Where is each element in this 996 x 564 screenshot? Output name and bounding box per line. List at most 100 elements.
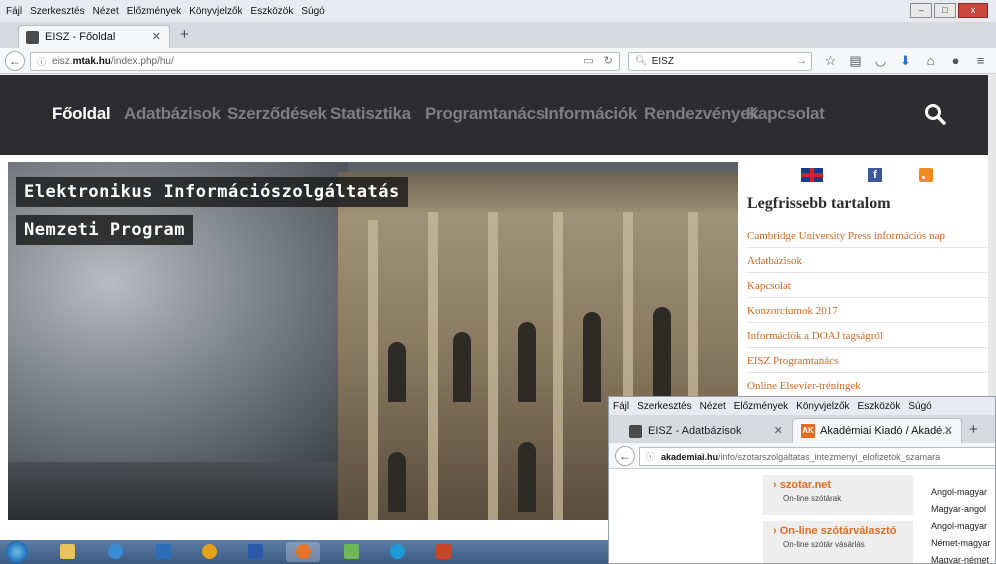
dictionary-item[interactable]: Angol-magyar (931, 521, 991, 538)
menu2-tools[interactable]: Eszközök (858, 401, 901, 412)
akademiai-page: › szotar.net On-line szótárak › On-line … (609, 469, 995, 563)
address-bar-2[interactable]: ⓘ akademiai.hu /info/szotarszolgaltatas_… (639, 447, 995, 466)
site-favicon-icon (629, 424, 642, 438)
dictionary-item[interactable]: Német-magyar (931, 538, 991, 555)
pocket-icon[interactable]: ◡ (870, 53, 891, 69)
latest-content-list: Cambridge University Press információs n… (747, 223, 987, 398)
taskbar-chrome[interactable] (192, 542, 226, 562)
search-bar[interactable]: 🔍︎ EISZ → (628, 52, 812, 71)
latest-link-kapcsolat[interactable]: Kapcsolat (747, 273, 987, 298)
box2-subtitle: On-line szótár vásárlás (783, 540, 865, 549)
tab-eisz-fooldal[interactable]: EISZ - Főoldal ✕ (18, 25, 170, 48)
menu2-history[interactable]: Előzmények (734, 401, 788, 412)
nav-rendezvenyek[interactable]: Rendezvények (644, 104, 759, 124)
hero-sky (8, 162, 348, 462)
menu-file[interactable]: Fájl (6, 6, 22, 17)
chat-icon[interactable]: ● (945, 53, 966, 69)
latest-link-programtanacs[interactable]: EISZ Programtanács (747, 348, 987, 373)
reload-icon[interactable]: ↻ (604, 54, 613, 67)
nav-informaciok[interactable]: Információk (544, 104, 637, 124)
nav-statisztika[interactable]: Statisztika (330, 104, 411, 124)
toolbar-icons: ☆ ▤ ◡ ⬇ ⌂ ● ≡ (820, 53, 995, 69)
szotarvalaszto-box[interactable]: › On-line szótárválasztó On-line szótár … (763, 521, 913, 563)
dictionary-list: Angol-magyar Magyar-angol Angol-magyar N… (931, 487, 991, 563)
menu-tools[interactable]: Eszközök (251, 6, 294, 17)
latest-link-adatbazisok[interactable]: Adatbázisok (747, 248, 987, 273)
nav-kapcsolat[interactable]: Kapcsolat (746, 104, 825, 124)
new-tab-icon[interactable]: + (180, 26, 189, 43)
dictionary-item[interactable]: Magyar-német (931, 555, 991, 563)
facebook-icon[interactable]: f (868, 168, 882, 182)
english-flag-icon[interactable] (801, 168, 823, 182)
ak-favicon-icon: AK (801, 424, 815, 438)
building-column (488, 200, 498, 520)
latest-link-cambridge[interactable]: Cambridge University Press információs n… (747, 223, 987, 248)
taskbar-skype[interactable] (380, 542, 414, 562)
tab-close-icon[interactable]: ✕ (944, 424, 953, 437)
reader-view-icon[interactable]: ▭ (583, 54, 593, 67)
taskbar-explorer[interactable] (50, 542, 84, 562)
minimize-button[interactable]: – (910, 3, 932, 18)
menu-bookmarks[interactable]: Könyvjelzők (189, 6, 242, 17)
building-window (388, 452, 406, 512)
internet-explorer-icon (108, 544, 123, 559)
taskbar-ie[interactable] (98, 542, 132, 562)
taskbar-app[interactable] (334, 542, 368, 562)
taskbar-powerpoint[interactable] (426, 542, 460, 562)
nav-adatbazisok[interactable]: Adatbázisok (124, 104, 221, 124)
taskbar-media[interactable] (146, 542, 180, 562)
menu2-help[interactable]: Súgó (908, 401, 931, 412)
menu-edit[interactable]: Szerkesztés (30, 6, 84, 17)
url-path: /index.php/hu/ (110, 56, 174, 67)
search-value: EISZ (651, 56, 674, 67)
tab-close-icon[interactable]: ✕ (774, 424, 783, 437)
szotar-net-box[interactable]: › szotar.net On-line szótárak (763, 475, 913, 515)
close-window-button[interactable]: x (958, 3, 988, 18)
new-tab-icon[interactable]: + (969, 421, 978, 438)
tab-eisz-adatbazisok[interactable]: EISZ - Adatbázisok ✕ (611, 419, 791, 443)
rss-icon[interactable] (919, 168, 933, 182)
home-icon[interactable]: ⌂ (920, 53, 941, 69)
url-path: /info/szotarszolgaltatas_intezmenyi_elof… (718, 451, 941, 462)
bookmark-star-icon[interactable]: ☆ (820, 53, 841, 69)
taskbar-firefox[interactable] (286, 542, 320, 562)
menu2-bookmarks[interactable]: Könyvjelzők (796, 401, 849, 412)
powerpoint-icon (436, 544, 451, 559)
building-window (518, 322, 536, 402)
menu2-file[interactable]: Fájl (613, 401, 629, 412)
word-icon (248, 544, 263, 559)
start-button[interactable] (6, 541, 28, 563)
info-icon[interactable]: ⓘ (37, 55, 46, 68)
address-bar-icons: ▭ ↻ (573, 54, 613, 67)
search-go-icon[interactable]: → (796, 55, 807, 67)
address-bar[interactable]: ⓘ eisz. mtak.hu /index.php/hu/ ▭ ↻ (30, 52, 620, 71)
download-icon[interactable]: ⬇ (895, 53, 916, 69)
latest-link-doaj[interactable]: Információk a DOAJ tagságról (747, 323, 987, 348)
menu2-view[interactable]: Nézet (700, 401, 726, 412)
menu-history[interactable]: Előzmények (127, 6, 181, 17)
back-button[interactable]: ← (5, 51, 25, 71)
taskbar-word[interactable] (238, 542, 272, 562)
nav-fooldal[interactable]: Főoldal (52, 104, 111, 124)
maximize-button[interactable]: □ (934, 3, 956, 18)
dictionary-item[interactable]: Magyar-angol (931, 504, 991, 521)
menu-view[interactable]: Nézet (93, 6, 119, 17)
folder-icon (60, 544, 75, 559)
tab-bar-2: EISZ - Adatbázisok ✕ AK Akadémiai Kiadó … (609, 415, 995, 443)
dictionary-item[interactable]: Angol-magyar (931, 487, 991, 504)
nav-szerzodesek[interactable]: Szerződések (227, 104, 327, 124)
info-icon[interactable]: ⓘ (646, 450, 655, 463)
site-search-icon[interactable] (924, 103, 946, 125)
tab-akademiai-kiado[interactable]: AK Akadémiai Kiadó / Akadé... ✕ (792, 418, 962, 443)
latest-link-konzorciumok[interactable]: Konzorciumok 2017 (747, 298, 987, 323)
nav-programtanacs[interactable]: Programtanács (425, 104, 545, 124)
hero-city (8, 462, 348, 520)
menu-help[interactable]: Súgó (301, 6, 324, 17)
latest-link-elsevier[interactable]: Online Elsevier-tréningek (747, 373, 987, 398)
back-button[interactable]: ← (615, 446, 635, 466)
tab-close-icon[interactable]: ✕ (152, 30, 161, 43)
bookmarks-library-icon[interactable]: ▤ (845, 53, 866, 69)
hamburger-menu-icon[interactable]: ≡ (970, 53, 991, 69)
menu2-edit[interactable]: Szerkesztés (637, 401, 691, 412)
chrome-icon (202, 544, 217, 559)
